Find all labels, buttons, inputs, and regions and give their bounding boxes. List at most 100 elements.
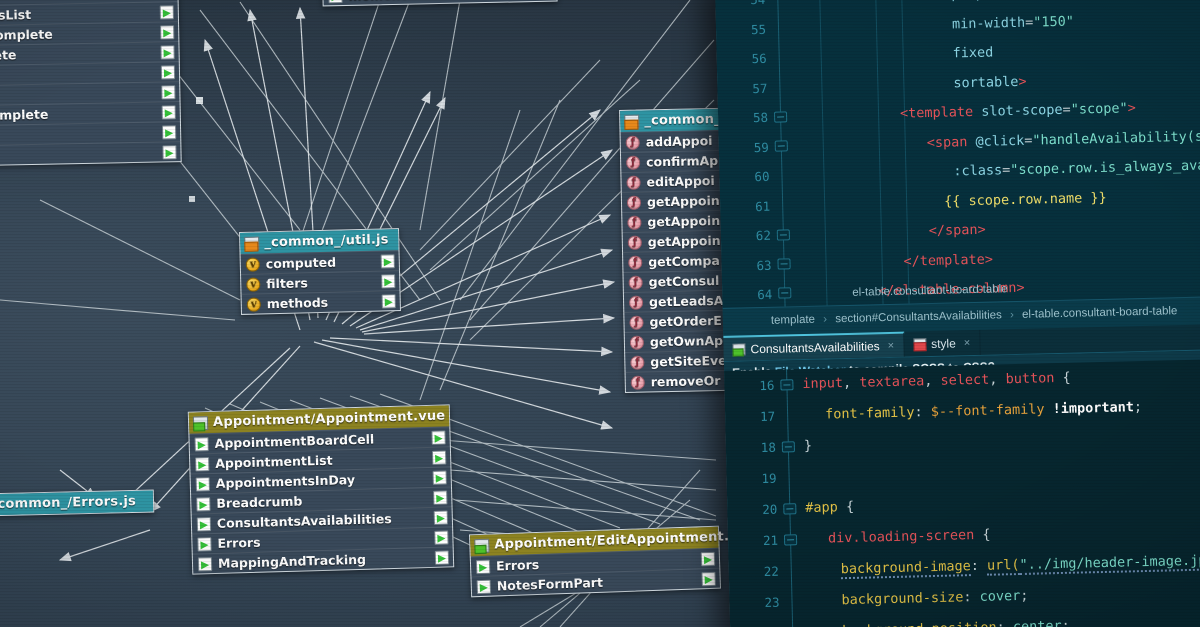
line-number: 63 [756, 257, 772, 273]
code-content-style[interactable]: input, textarea, select, button { font-f… [802, 359, 1200, 627]
import-icon [195, 476, 210, 491]
vue-property-icon [246, 276, 261, 292]
export-icon [432, 469, 447, 485]
line-number: 16 [759, 377, 775, 394]
import-icon [196, 496, 211, 511]
fold-marker[interactable] [777, 258, 791, 270]
line-number: 24 [730, 617, 791, 627]
fold-marker[interactable] [774, 140, 788, 152]
diagram-node-editappointment-vue[interactable]: Appointment/EditAppointment.vue Errors N… [468, 525, 756, 598]
fold-marker[interactable] [783, 534, 798, 546]
import-icon [197, 556, 213, 571]
export-icon [431, 449, 447, 465]
chevron-right-icon: › [1009, 309, 1015, 322]
import-icon [196, 516, 212, 531]
breadcrumb-item-section[interactable]: section#ConsultantsAvailabilities [835, 309, 1002, 325]
line-number: 62 [755, 227, 772, 244]
list-item[interactable]: methods [241, 290, 400, 314]
export-icon [701, 571, 716, 586]
chevron-right-icon: › [823, 313, 828, 326]
export-icon [381, 293, 396, 308]
line-number: 17 [759, 408, 776, 425]
export-icon [434, 549, 450, 565]
breadcrumb-upper-label: el-table.consultant-board-table [852, 283, 1008, 299]
line-number: 23 [764, 594, 780, 611]
export-icon [162, 144, 177, 159]
function-icon [625, 135, 640, 150]
export-icon [433, 489, 448, 505]
export-icon [161, 124, 177, 139]
export-icon [433, 509, 449, 525]
function-icon [629, 335, 645, 350]
line-number: 60 [754, 168, 770, 185]
import-icon [475, 559, 491, 574]
code-editor-window[interactable]: 54 55 56 57 58 59 60 61 62 63 64 65 prop… [715, 0, 1200, 627]
fold-marker[interactable] [780, 379, 794, 391]
editor-pane-style[interactable]: 16 17 18 19 20 21 22 23 24 25 26 input, … [724, 358, 1200, 627]
fold-marker[interactable] [781, 441, 796, 453]
vue-file-icon [192, 415, 209, 431]
fold-marker[interactable] [776, 229, 791, 241]
export-icon [159, 4, 174, 19]
function-icon [630, 355, 645, 370]
tab-label: ConsultantsAvailabilities [750, 338, 880, 356]
function-icon [627, 215, 642, 230]
js-file-icon [624, 114, 640, 129]
export-icon [380, 253, 395, 269]
line-number: 61 [754, 198, 771, 214]
tab-style[interactable]: style × [903, 329, 981, 357]
import-icon [328, 0, 343, 3]
tab-consultantsavailabilities[interactable]: ConsultantsAvailabilities × [723, 331, 905, 361]
line-number: 55 [750, 21, 767, 37]
import-icon [476, 579, 492, 594]
scss-file-icon [912, 337, 927, 350]
tab-label: style [930, 335, 956, 351]
node-header[interactable]: common_/Errors.js [0, 490, 154, 517]
function-icon [627, 235, 642, 250]
line-number: 54 [715, 0, 776, 15]
line-number: 20 [762, 501, 778, 518]
breadcrumb-item-eltable[interactable]: el-table.consultant-board-table [1022, 305, 1178, 321]
breadcrumb-item-template[interactable]: template [771, 314, 815, 327]
fold-marker[interactable] [783, 503, 797, 515]
line-number: 59 [753, 139, 769, 155]
line-number: 22 [763, 563, 779, 580]
import-icon [194, 436, 209, 452]
vue-property-icon [246, 296, 261, 312]
export-icon [434, 529, 449, 545]
export-icon [160, 24, 175, 39]
function-icon [626, 195, 642, 210]
export-icon [160, 44, 175, 59]
vue-property-icon [245, 256, 260, 272]
line-number: 58 [752, 109, 769, 126]
line-number: 56 [751, 50, 767, 67]
line-number: 21 [762, 532, 779, 549]
diagram-node-appointment-vue[interactable]: Appointment/Appointment.vue AppointmentB… [187, 404, 455, 575]
function-icon [630, 375, 645, 390]
import-icon [197, 536, 212, 551]
function-icon [629, 315, 644, 330]
import-icon [195, 456, 210, 471]
function-icon [628, 295, 644, 310]
export-icon [700, 551, 716, 566]
export-icon [161, 84, 176, 99]
export-icon [161, 104, 176, 119]
vue-file-icon [732, 342, 746, 356]
js-file-icon [244, 235, 260, 251]
vue-file-icon [474, 538, 490, 553]
close-icon[interactable]: × [888, 339, 895, 351]
close-icon[interactable]: × [964, 337, 971, 349]
line-number-gutter[interactable]: 16 17 18 19 20 21 22 23 24 25 26 [724, 369, 790, 627]
fold-marker[interactable] [773, 111, 788, 123]
diagram-node-left-imports[interactable]: …tmentStatusList …tantsAutocomplete …Aut… [0, 0, 182, 168]
line-number: 19 [761, 470, 777, 487]
function-icon [628, 275, 643, 290]
line-number: 18 [760, 439, 777, 456]
line-number: 57 [752, 80, 768, 96]
function-icon [626, 175, 641, 190]
export-icon [381, 273, 396, 289]
export-icon [160, 64, 176, 79]
function-icon [626, 155, 641, 170]
function-icon [628, 255, 643, 270]
diagram-node-util-js[interactable]: _common_/util.js computed filters method… [239, 228, 401, 315]
